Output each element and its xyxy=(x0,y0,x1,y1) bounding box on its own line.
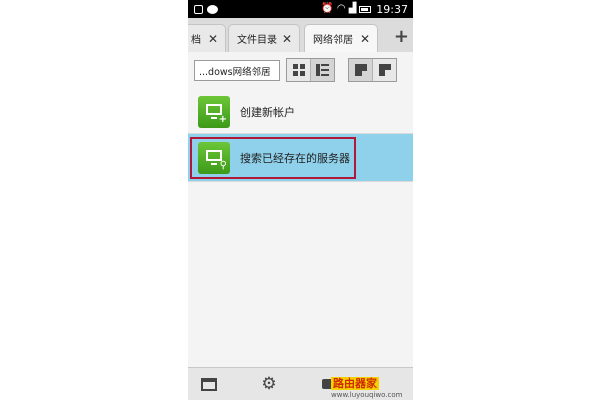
watermark-url: www.luyouqiwo.com xyxy=(331,391,403,399)
view-mode-group xyxy=(286,58,335,82)
watermark-title: 路由器家 xyxy=(331,377,379,390)
tab-label: 档 xyxy=(191,35,201,46)
tab-documents[interactable]: 档 ✕ xyxy=(188,24,226,52)
tab-file-directory[interactable]: 文件目录 ✕ xyxy=(228,24,300,52)
tab-bar: 档 ✕ 文件目录 ✕ 网络邻居 ✕ + xyxy=(188,18,413,53)
settings-gear-icon[interactable]: ⚙ xyxy=(260,375,278,393)
tab-label: 网络邻居 xyxy=(313,35,353,46)
grid-view-button[interactable] xyxy=(287,59,310,81)
wifi-icon: ◠ xyxy=(336,3,346,14)
phone-screen: ⏰ ◠ ▟ 19:37 档 ✕ 文件目录 ✕ 网络邻居 ✕ + ...dows网… xyxy=(188,0,413,400)
watermark: 路由器家 www.luyouqiwo.com xyxy=(331,372,411,399)
new-tab-button[interactable]: + xyxy=(394,26,409,47)
notification-icon xyxy=(194,4,203,14)
wechat-icon xyxy=(207,4,218,14)
window-layout-icon xyxy=(354,64,367,76)
monitor-add-icon: + xyxy=(198,95,230,128)
tab-label: 文件目录 xyxy=(237,35,277,46)
signal-icon: ▟ xyxy=(348,3,357,14)
close-icon[interactable]: ✕ xyxy=(282,32,292,46)
battery-icon xyxy=(359,5,372,13)
path-field[interactable]: ...dows网络邻居 xyxy=(194,60,280,81)
window-layout-icon xyxy=(378,64,391,76)
list-view-icon xyxy=(316,64,329,76)
action-list: + 创建新帐户 ⚲ 搜索已经存在的服务器 xyxy=(188,90,413,182)
list-view-button[interactable] xyxy=(310,59,334,81)
tab-network-neighborhood[interactable]: 网络邻居 ✕ xyxy=(304,24,378,52)
list-item-create-account[interactable]: + 创建新帐户 xyxy=(188,90,413,134)
window-mode-button-2[interactable] xyxy=(372,59,396,81)
status-bar: ⏰ ◠ ▟ 19:37 xyxy=(188,0,413,18)
window-mode-button-1[interactable] xyxy=(349,59,372,81)
close-icon[interactable]: ✕ xyxy=(360,32,370,46)
alarm-icon: ⏰ xyxy=(321,3,334,14)
list-item-search-server[interactable]: ⚲ 搜索已经存在的服务器 xyxy=(188,134,413,182)
status-time: 19:37 xyxy=(376,2,408,16)
close-icon[interactable]: ✕ xyxy=(208,32,218,46)
monitor-search-icon: ⚲ xyxy=(198,141,230,174)
toolbar: ...dows网络邻居 xyxy=(188,52,413,90)
grid-view-icon xyxy=(292,64,305,76)
list-item-label: 搜索已经存在的服务器 xyxy=(240,151,350,165)
window-mode-group xyxy=(348,58,397,82)
list-item-label: 创建新帐户 xyxy=(240,105,295,119)
path-text: ...dows网络邻居 xyxy=(199,66,271,78)
store-icon[interactable] xyxy=(200,375,218,393)
